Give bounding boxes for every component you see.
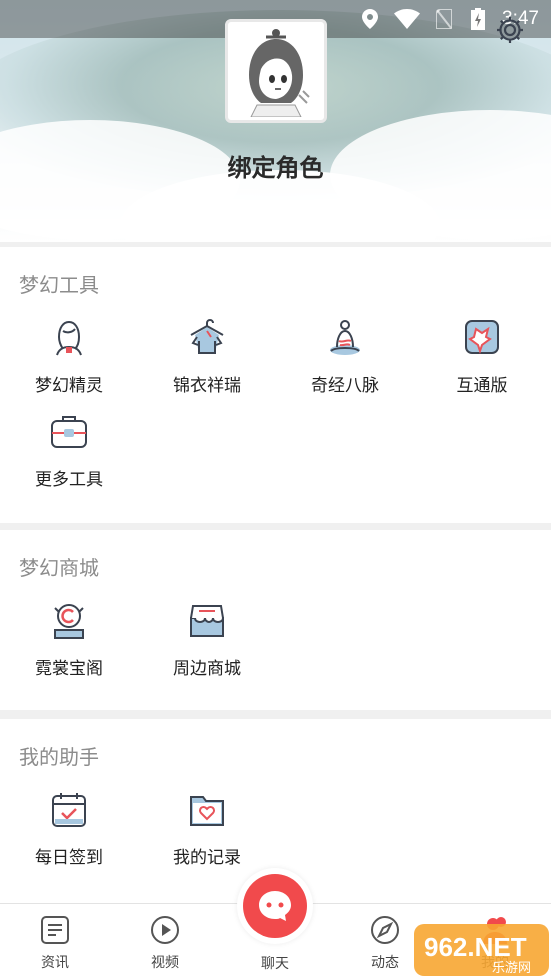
- nav-label-chat: 聊天: [261, 956, 289, 972]
- tool-item-more[interactable]: 更多工具: [0, 407, 138, 497]
- gear-icon: [494, 14, 526, 50]
- tool-item-meridians[interactable]: 奇经八脉: [276, 313, 414, 403]
- nav-tab-feed[interactable]: 动态: [355, 914, 415, 972]
- default-avatar-icon: [249, 29, 310, 117]
- mall-item-jewel-pavilion[interactable]: 霓裳宝阁: [0, 596, 138, 686]
- mall-item-merch-store[interactable]: 周边商城: [138, 596, 276, 686]
- bind-role-button[interactable]: 绑定角色: [0, 148, 551, 183]
- chat-bubble-icon: [243, 874, 307, 938]
- no-sim-icon: [434, 9, 454, 29]
- tool-label: 互通版: [456, 376, 508, 396]
- section-title: 我的助手: [19, 745, 99, 769]
- settings-button[interactable]: [492, 14, 528, 50]
- assistant-label: 我的记录: [173, 848, 241, 868]
- section-title: 梦幻工具: [19, 273, 99, 297]
- wifi-icon: [394, 9, 421, 29]
- heart-folder-icon: [190, 796, 224, 826]
- assistant-item-records[interactable]: 我的记录: [138, 785, 276, 875]
- watermark-logo: 962.NET 乐游网: [412, 906, 551, 979]
- svg-text:乐游网: 乐游网: [492, 961, 531, 976]
- nav-tab-chat[interactable]: [237, 868, 313, 944]
- tool-label: 梦幻精灵: [35, 376, 103, 396]
- mobile-badge-icon: [465, 320, 499, 355]
- nav-tab-video[interactable]: 视频: [135, 914, 195, 972]
- fairy-girl-icon: [56, 320, 82, 356]
- play-icon: [151, 916, 179, 944]
- meditation-icon: [330, 320, 360, 355]
- mall-label: 周边商城: [173, 659, 241, 679]
- tool-label: 奇经八脉: [311, 376, 379, 396]
- location-icon: [360, 9, 380, 29]
- news-icon: [41, 916, 69, 944]
- mall-label: 霓裳宝阁: [35, 659, 103, 679]
- tool-label: 锦衣祥瑞: [173, 376, 241, 396]
- section-dream-mall: 梦幻商城 霓裳宝阁 周边商城: [0, 530, 551, 710]
- assistant-item-checkin[interactable]: 每日签到: [0, 785, 138, 875]
- storefront-icon: [190, 605, 225, 637]
- section-dream-tools: 梦幻工具 梦幻精灵 锦衣祥瑞 奇经八脉 互通版 更多工具: [0, 247, 551, 523]
- avatar[interactable]: [225, 19, 327, 123]
- nav-label: 动态: [371, 955, 399, 971]
- tool-item-robe[interactable]: 锦衣祥瑞: [138, 313, 276, 403]
- robe-hanger-icon: [190, 319, 224, 354]
- calendar-check-icon: [52, 793, 86, 827]
- nav-tab-news[interactable]: 资讯: [25, 914, 85, 972]
- tool-item-fairy[interactable]: 梦幻精灵: [0, 313, 138, 403]
- tool-label: 更多工具: [35, 470, 103, 490]
- assistant-label: 每日签到: [35, 848, 103, 868]
- battery-charging-icon: [468, 8, 488, 30]
- svg-text:962.NET: 962.NET: [424, 932, 527, 962]
- jewel-shop-icon: [54, 604, 84, 639]
- profile-header: 3:47 绑定角色: [0, 0, 551, 242]
- nav-label: 视频: [151, 955, 179, 971]
- section-title: 梦幻商城: [19, 556, 99, 580]
- tool-item-interconnect[interactable]: 互通版: [413, 313, 551, 403]
- nav-label: 资讯: [41, 955, 69, 971]
- compass-icon: [371, 916, 399, 944]
- toolbox-icon: [51, 416, 87, 448]
